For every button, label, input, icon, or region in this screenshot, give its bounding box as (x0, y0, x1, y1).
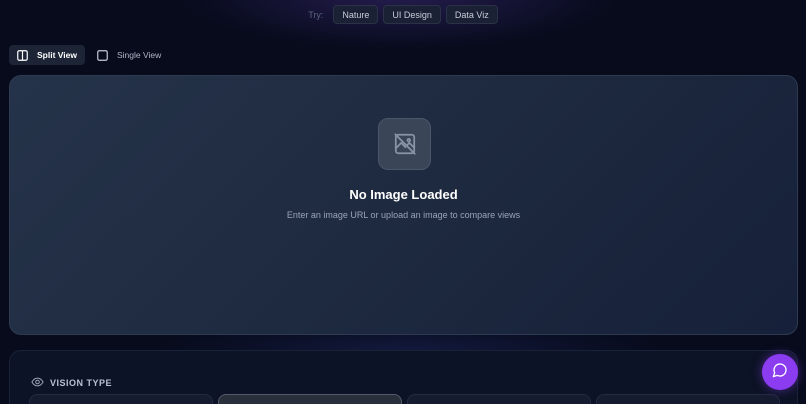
vision-type-title: VISION TYPE (50, 378, 113, 388)
chat-button[interactable] (762, 354, 798, 390)
sample-images-row: Try: Nature UI Design Data Viz (0, 5, 806, 24)
vision-type-option[interactable] (407, 394, 591, 404)
image-off-icon (378, 118, 431, 170)
try-label: Try: (308, 9, 324, 20)
chat-bubble-icon (772, 362, 788, 383)
single-view-icon (97, 49, 108, 61)
empty-state-title: No Image Loaded (349, 187, 458, 202)
vision-type-option[interactable] (29, 394, 213, 404)
vision-type-header: VISION TYPE (31, 374, 112, 392)
sample-chip-nature[interactable]: Nature (333, 5, 379, 24)
image-viewer[interactable]: No Image Loaded Enter an image URL or up… (9, 75, 798, 335)
vision-type-option[interactable] (596, 394, 780, 404)
split-view-icon (17, 49, 28, 61)
vision-type-option-selected[interactable] (218, 394, 402, 404)
sample-chip-data-viz[interactable]: Data Viz (445, 5, 498, 24)
split-view-label: Split View (37, 50, 77, 60)
empty-state-subtitle: Enter an image URL or upload an image to… (286, 210, 521, 220)
single-view-button[interactable]: Single View (89, 45, 169, 65)
sample-chip-ui-design[interactable]: UI Design (383, 5, 441, 24)
split-view-button[interactable]: Split View (9, 45, 85, 65)
eye-icon (31, 374, 44, 392)
single-view-label: Single View (117, 50, 162, 60)
view-mode-toggle: Split View Single View (9, 45, 169, 65)
